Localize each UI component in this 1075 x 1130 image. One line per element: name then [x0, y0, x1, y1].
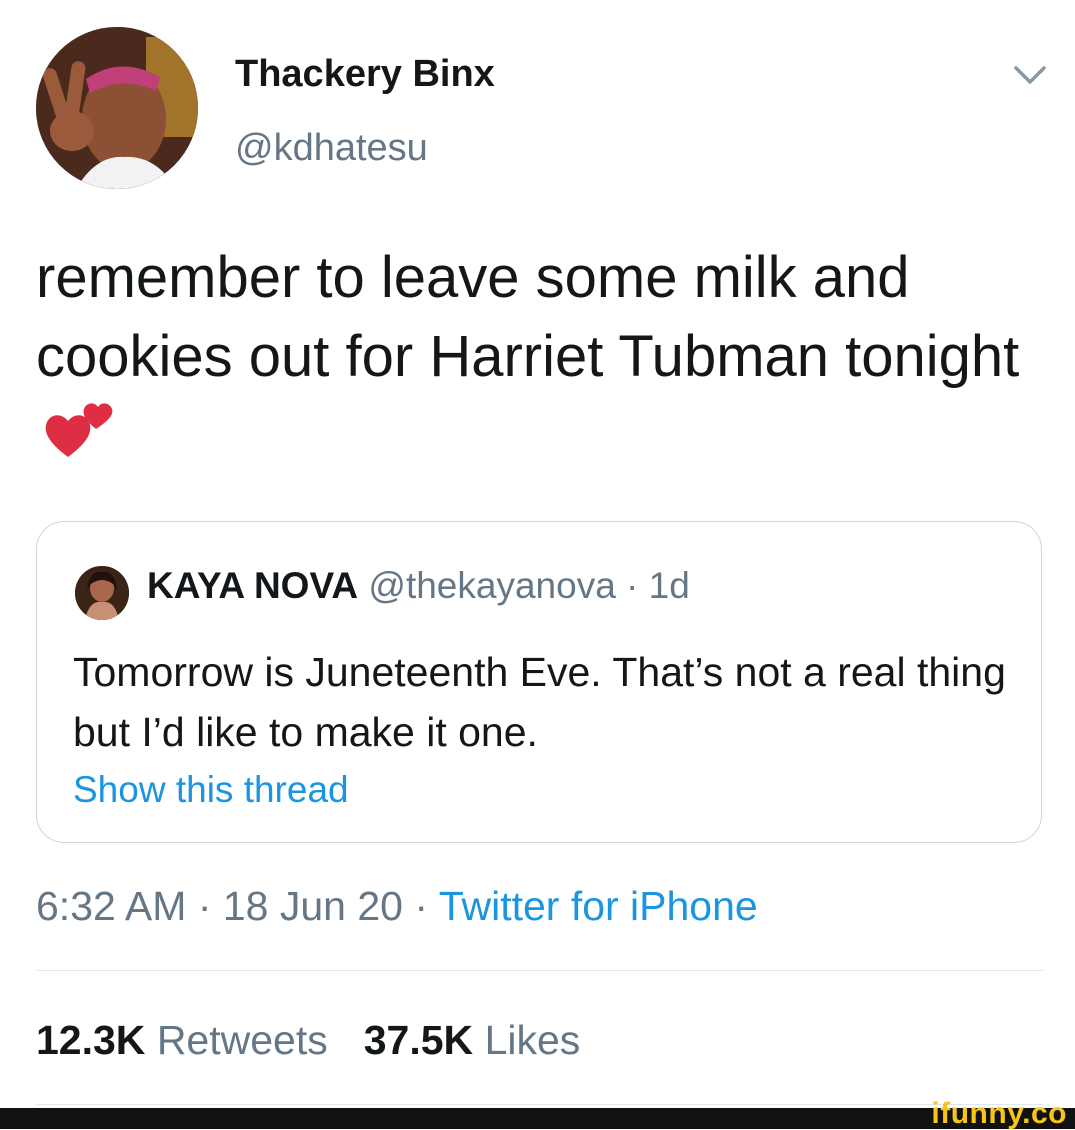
quoted-tweet-age: 1d [648, 565, 690, 606]
tweet-body: remember to leave some milk and cookies … [36, 238, 1046, 475]
chevron-down-icon[interactable] [1010, 60, 1050, 90]
show-thread-link[interactable]: Show this thread [73, 768, 349, 812]
quoted-author-name: KAYA NOVA [147, 565, 359, 606]
quoted-tweet-card[interactable]: KAYA NOVA @thekayanova · 1d Tomorrow is … [36, 521, 1042, 843]
likes-count: 37.5K [363, 1017, 474, 1063]
retweets-label: Retweets [156, 1017, 328, 1063]
author-handle[interactable]: @kdhatesu [235, 126, 428, 170]
quoted-author-avatar [75, 566, 129, 620]
retweets-count: 12.3K [36, 1017, 146, 1063]
watermark-bar [0, 1108, 1075, 1129]
author-avatar-photo [36, 27, 198, 189]
tweet-source-link[interactable]: Twitter for iPhone [439, 883, 758, 929]
quoted-author-handle: @thekayanova [368, 565, 616, 606]
likes-stat[interactable]: 37.5K Likes [364, 1017, 581, 1063]
retweets-stat[interactable]: 12.3K Retweets [36, 1017, 328, 1063]
tweet-time[interactable]: 6:32 AM [36, 883, 186, 929]
author-display-name[interactable]: Thackery Binx [235, 52, 495, 96]
divider [36, 970, 1044, 971]
two-hearts-emoji-icon [45, 403, 113, 457]
meta-separator: · [615, 565, 649, 606]
author-avatar[interactable] [36, 27, 198, 189]
ifunny-watermark: ifunny.co [931, 1097, 1067, 1130]
quoted-tweet-header: KAYA NOVA @thekayanova · 1d [147, 564, 690, 608]
likes-label: Likes [484, 1017, 581, 1063]
tweet-text: remember to leave some milk and cookies … [36, 245, 1020, 389]
meta-separator: · [186, 883, 223, 929]
tweet-timestamp-row: 6:32 AM · 18 Jun 20 · Twitter for iPhone [36, 880, 758, 932]
meta-separator: · [402, 883, 439, 929]
quoted-avatar-photo [75, 566, 129, 620]
tweet-stats-row: 12.3K Retweets 37.5K Likes [36, 1012, 580, 1068]
divider [36, 1104, 1044, 1105]
quoted-tweet-text: Tomorrow is Juneteenth Eve. That’s not a… [73, 649, 1006, 755]
tweet-date[interactable]: 18 Jun 20 [223, 883, 403, 929]
